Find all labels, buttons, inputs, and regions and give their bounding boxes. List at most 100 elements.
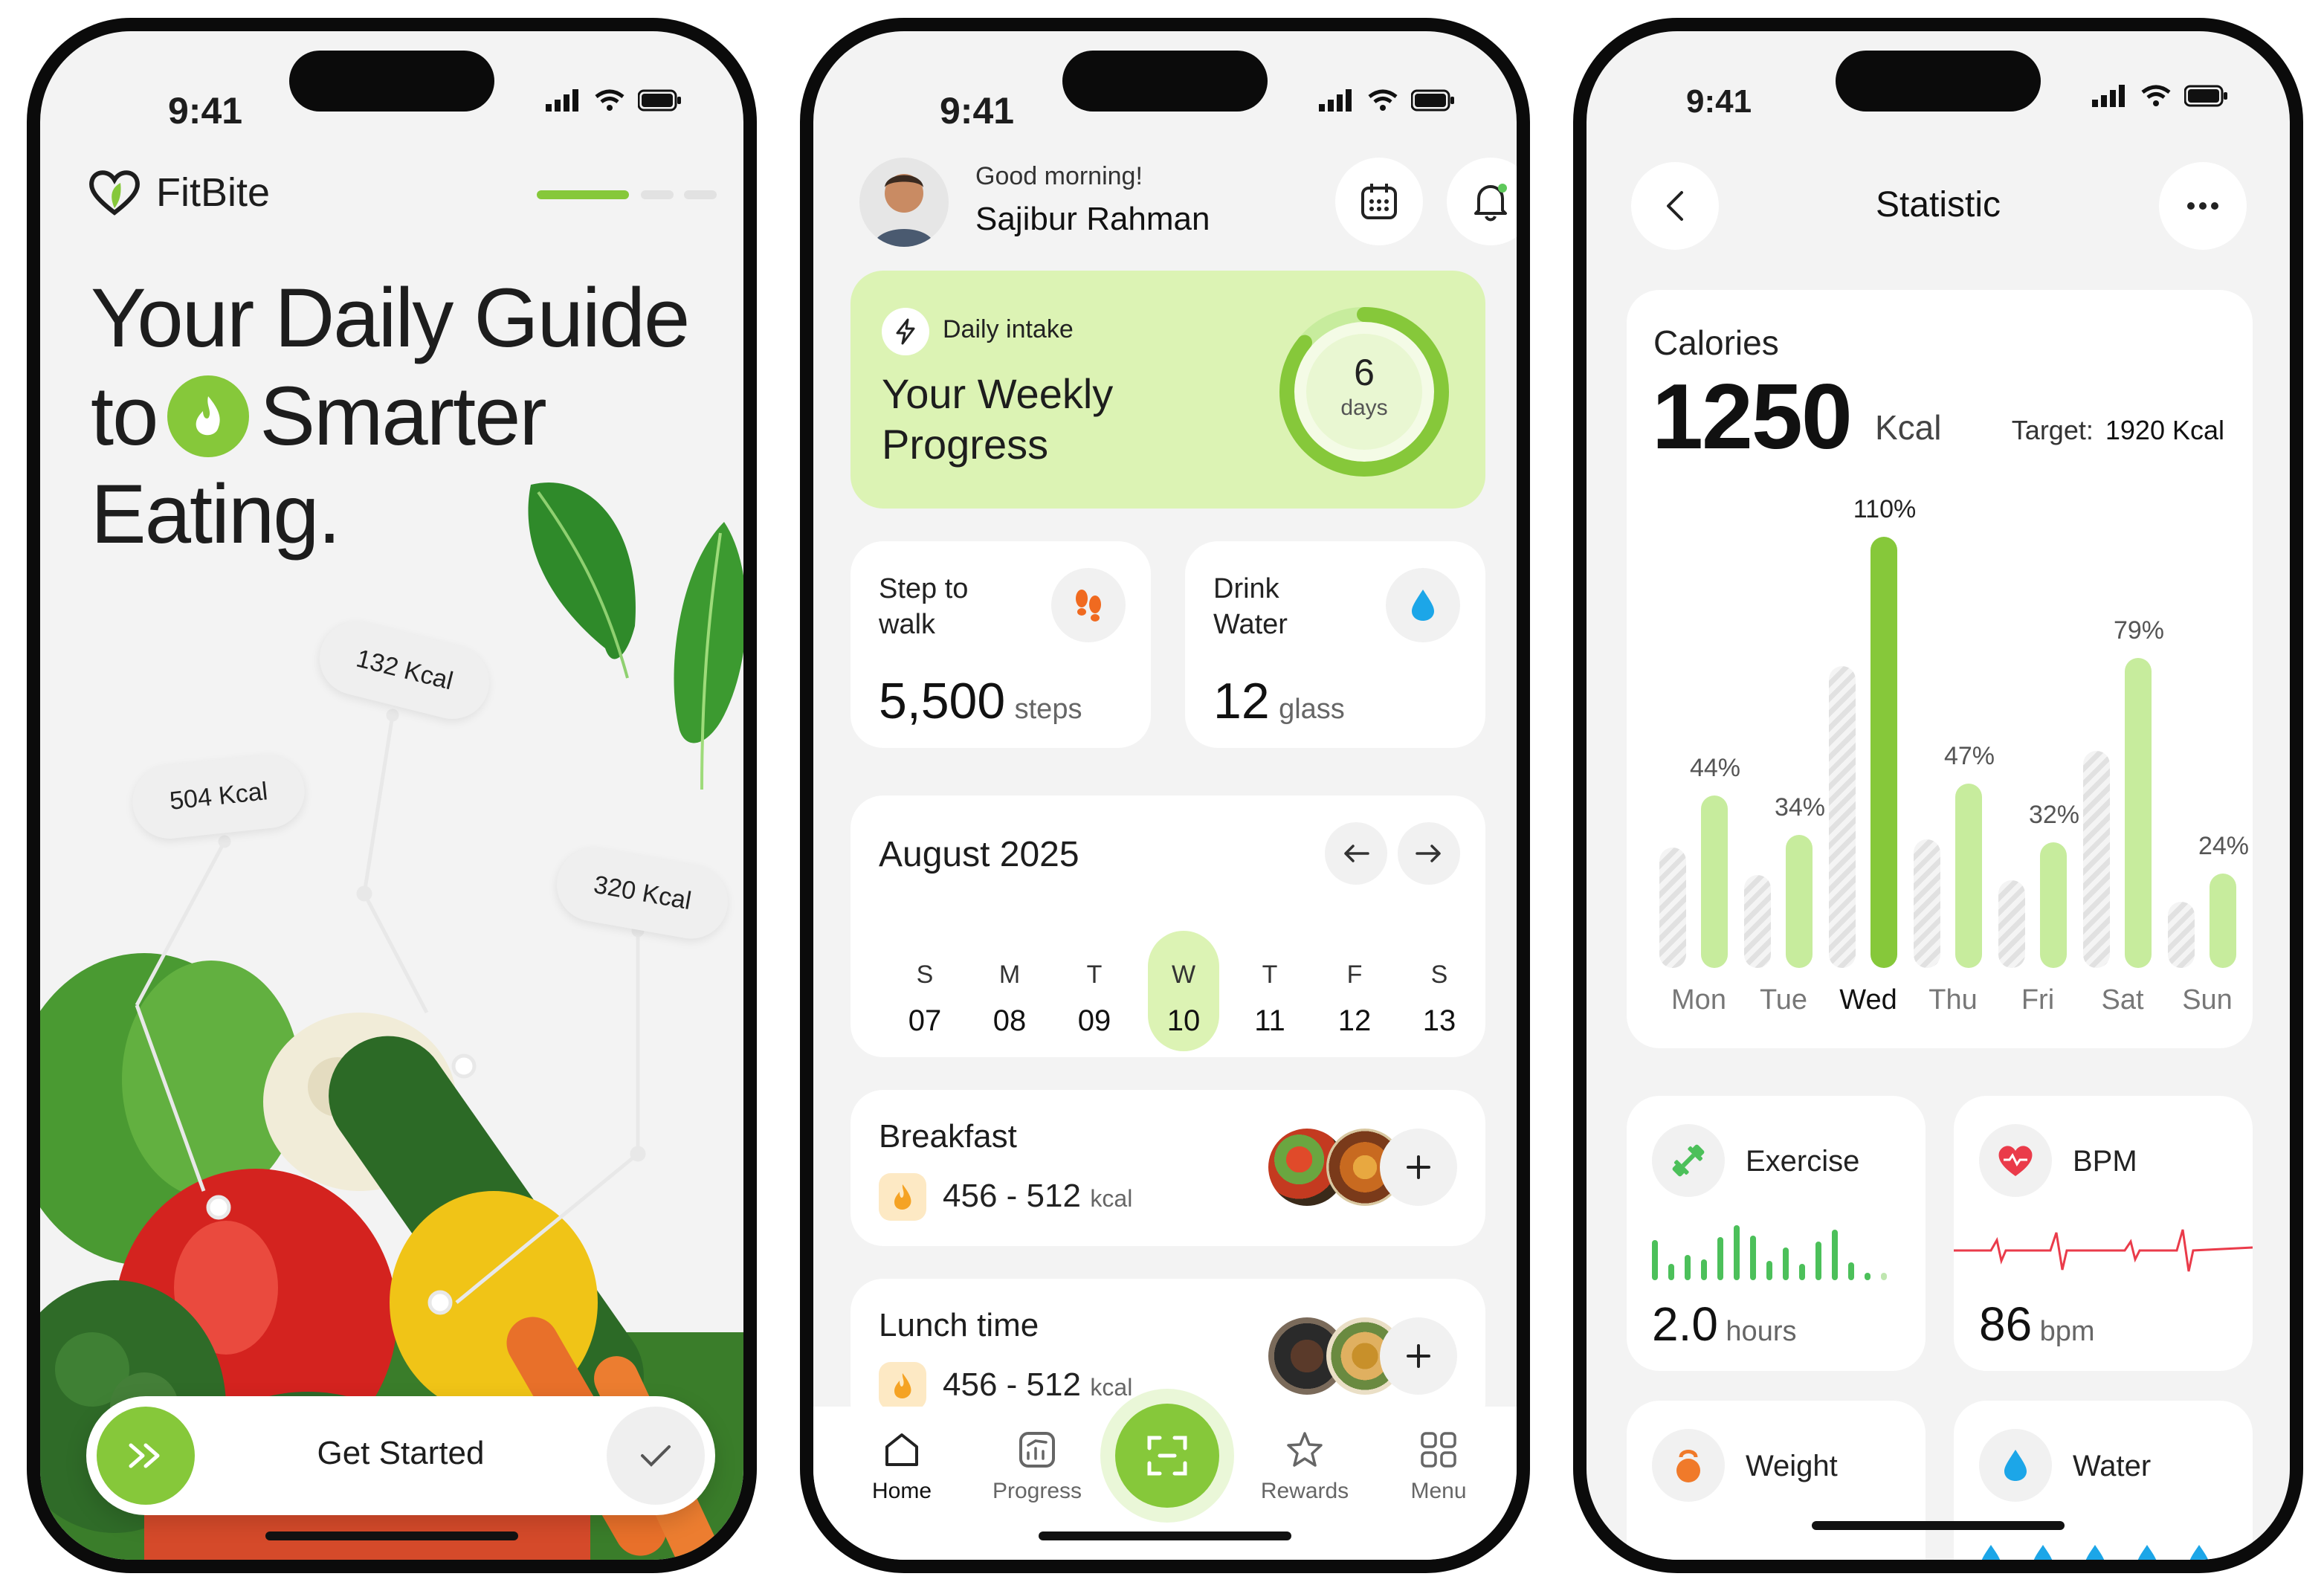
scan-button[interactable] (1115, 1404, 1219, 1508)
bar-thu[interactable] (1955, 784, 1982, 968)
day-letter: T (1262, 961, 1278, 989)
day-letter: S (916, 961, 934, 989)
weight-card[interactable]: Weight (1627, 1401, 1926, 1560)
bar-background (1829, 666, 1856, 968)
bpm-badge (1979, 1124, 2052, 1197)
calendar-day[interactable]: T 11 (1234, 944, 1305, 1063)
check-circle (607, 1407, 705, 1505)
bpm-value: 86 bpm (1979, 1297, 2095, 1352)
more-horizontal-icon (2187, 202, 2218, 210)
water-title-line2: Water (1213, 609, 1288, 640)
exercise-unit: hours (1726, 1316, 1797, 1347)
prev-week-button[interactable] (1325, 822, 1387, 885)
add-breakfast-button[interactable] (1380, 1129, 1457, 1206)
bar-value-label: 110% (1853, 495, 1917, 523)
nav-home[interactable]: Home (846, 1429, 958, 1504)
ring-unit: days (1340, 396, 1388, 420)
nav-rewards-label: Rewards (1260, 1479, 1349, 1503)
calendar-month: August 2025 (879, 835, 1079, 874)
add-lunch-button[interactable] (1380, 1317, 1457, 1395)
battery-icon (2184, 85, 2227, 107)
get-started-button[interactable]: Get Started (86, 1396, 715, 1515)
day-number: 07 (908, 1004, 942, 1037)
bar-value-label: 44% (1689, 754, 1741, 782)
bar-value-label: 47% (1943, 742, 1995, 771)
bar-background (2168, 902, 2195, 968)
meal-title: Breakfast (879, 1118, 1017, 1155)
calendar-day[interactable]: T 09 (1059, 944, 1130, 1063)
calendar-day-selected[interactable]: W 10 (1148, 944, 1219, 1063)
water-unit: glass (1279, 694, 1345, 725)
day-letter: T (1086, 961, 1103, 989)
calendar-day[interactable]: S 13 (1404, 944, 1475, 1063)
bar-fri[interactable] (2040, 842, 2067, 968)
water-card[interactable]: Drink Water 12 glass (1185, 541, 1485, 748)
user-name: Sajibur Rahman (975, 201, 1210, 237)
bar-background (1914, 839, 1940, 968)
nav-menu[interactable]: Menu (1383, 1429, 1494, 1504)
water-drop-icon (1412, 590, 1434, 621)
signal-icon (2092, 85, 2125, 107)
exercise-badge (1652, 1124, 1725, 1197)
bar-value-label: 24% (2198, 832, 2250, 861)
weekly-progress-title: Your Weekly Progress (882, 369, 1113, 470)
arrow-left-icon (1344, 845, 1369, 862)
kcal-range-unit: kcal (1090, 1185, 1133, 1212)
bar-sun[interactable] (2210, 874, 2236, 968)
avatar[interactable] (859, 158, 949, 247)
steps-card[interactable]: Step to walk 5,500 steps (850, 541, 1151, 748)
chart-icon (1019, 1432, 1055, 1468)
bolt-circle (882, 308, 929, 355)
home-indicator (265, 1531, 518, 1540)
bar-background (1744, 874, 1771, 968)
water-title-line1: Drink (1213, 573, 1279, 604)
statistic-phone: 9:41 Statistic Calories 1250 Kcal Target… (1573, 18, 2303, 1573)
battery-icon (1411, 89, 1454, 112)
grid-icon (1421, 1432, 1456, 1468)
day-label: Thu (1928, 984, 1978, 1016)
onboarding-phone: 9:41 FitBite Your Daily Guide to Smarter… (27, 18, 757, 1573)
notifications-button[interactable] (1447, 158, 1517, 245)
calendar-icon (1361, 184, 1397, 219)
meal-kcal-range: 456 - 512 kcal (943, 1366, 1132, 1404)
nav-rewards[interactable]: Rewards (1249, 1429, 1360, 1504)
steps-number: 5,500 (879, 673, 1006, 729)
bpm-card[interactable]: BPM 86 bpm (1954, 1096, 2253, 1371)
day-number: 12 (1337, 1004, 1372, 1037)
heart-pulse-icon (1998, 1146, 2033, 1176)
day-letter: S (1430, 961, 1448, 989)
steps-title-line1: Step to (879, 573, 969, 604)
meal-card-breakfast[interactable]: Breakfast 456 - 512 kcal (850, 1090, 1485, 1246)
next-week-button[interactable] (1398, 822, 1460, 885)
water-stat-card[interactable]: Water (1954, 1401, 2253, 1560)
bar-mon[interactable] (1701, 795, 1728, 968)
home-indicator (1812, 1521, 2065, 1530)
weekly-progress-card[interactable]: Daily intake Your Weekly Progress 6 days (850, 271, 1485, 509)
calendar-day[interactable]: S 07 (889, 944, 961, 1063)
bar-tue[interactable] (1786, 834, 1813, 968)
wifi-icon (1368, 89, 1398, 111)
bar-wed[interactable] (1871, 537, 1897, 968)
day-letter: F (1346, 961, 1363, 989)
day-number: 11 (1254, 1004, 1285, 1037)
status-time: 9:41 (940, 90, 1015, 132)
calendar-day[interactable]: F 12 (1319, 944, 1390, 1063)
day-number: 09 (1077, 1004, 1111, 1037)
scan-icon (1147, 1436, 1187, 1476)
exercise-card[interactable]: Exercise 2.0 hours (1627, 1096, 1926, 1371)
more-options-button[interactable] (2159, 162, 2247, 250)
day-letter: M (998, 961, 1021, 989)
weight-badge (1652, 1429, 1725, 1502)
bar-background (1659, 847, 1686, 968)
calendar-button[interactable] (1335, 158, 1423, 245)
nav-progress[interactable]: Progress (981, 1429, 1093, 1504)
day-letter: W (1171, 961, 1196, 989)
daily-intake-label: Daily intake (943, 315, 1074, 343)
nav-home-label: Home (871, 1479, 932, 1503)
dumbbell-icon (1672, 1144, 1705, 1177)
fire-badge (879, 1362, 926, 1410)
nav-progress-label: Progress (992, 1479, 1082, 1503)
calendar-day[interactable]: M 08 (974, 944, 1045, 1063)
bar-sat[interactable] (2125, 658, 2152, 968)
calories-bar-chart: 44% Mon 34% Tue 110% Wed 47% Thu 32% Fri 79% Sat 24%… (1627, 290, 2253, 1048)
